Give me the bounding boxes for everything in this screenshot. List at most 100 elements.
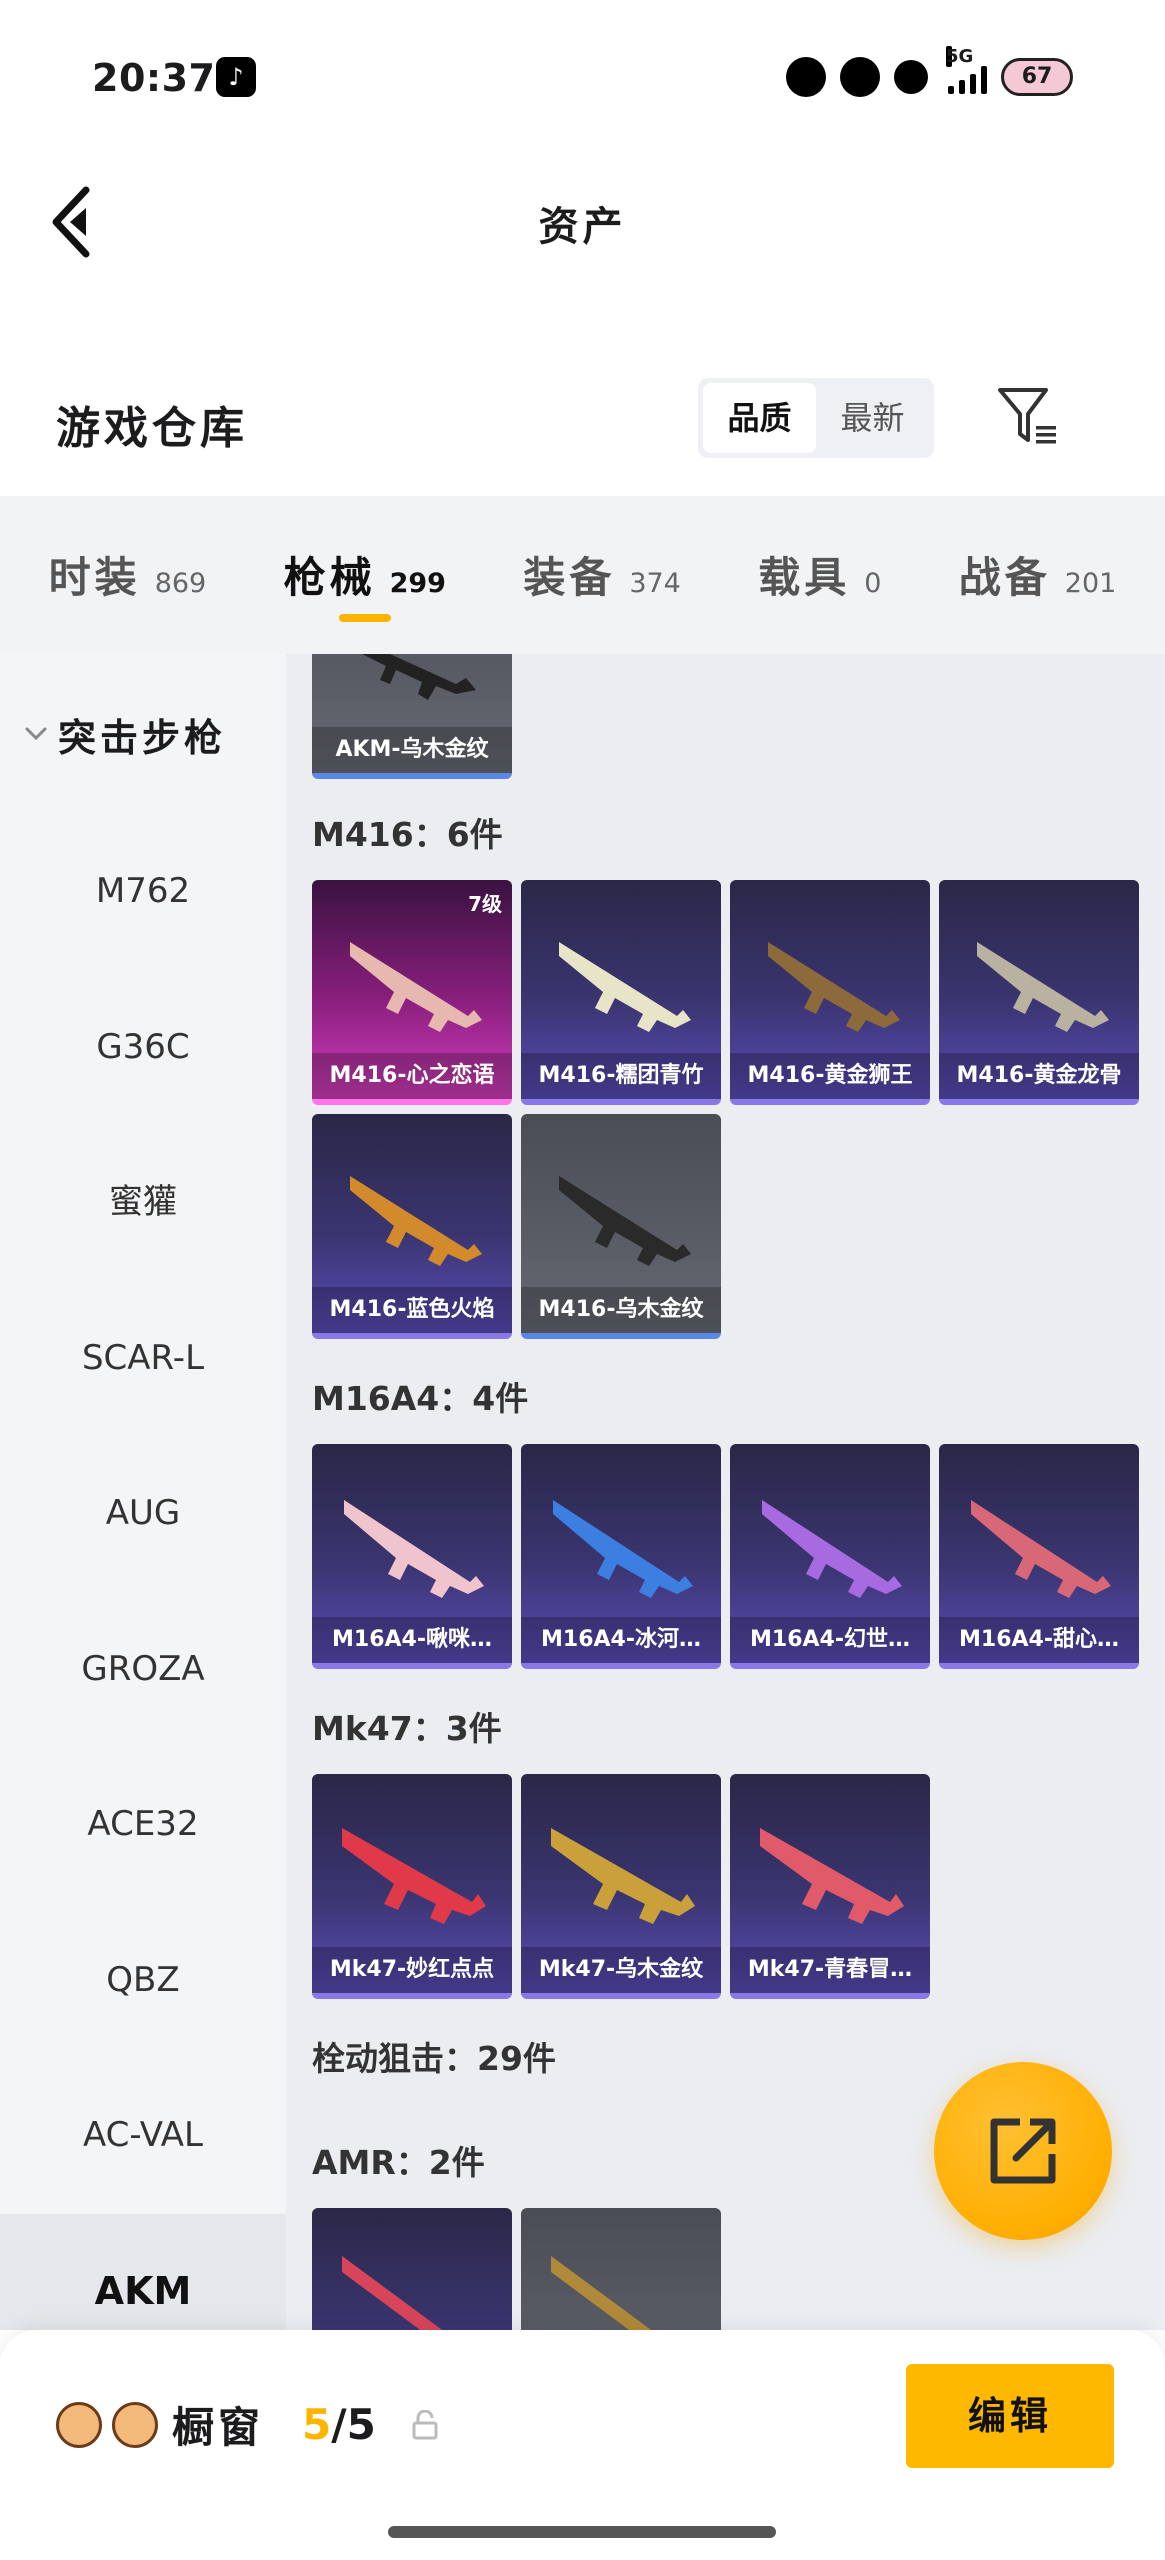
lock-icon[interactable]	[410, 2409, 440, 2440]
app-notification-icon	[786, 57, 826, 97]
rifle-icon	[344, 1500, 484, 1598]
group-label: 栓动狙击：29件	[312, 2039, 556, 2078]
sidebar-item-m762[interactable]: M762	[0, 814, 286, 970]
weapon-card-name: M416-黄金龙骨	[939, 1053, 1139, 1099]
tab-indicator	[338, 614, 391, 622]
rifle-icon	[551, 1828, 695, 1924]
chevron-down-icon	[25, 727, 47, 741]
rifle-icon	[760, 1828, 904, 1924]
filter-icon[interactable]	[996, 384, 1060, 448]
sidebar-item-qbz[interactable]: QBZ	[0, 1903, 286, 2059]
rifle-icon	[342, 2256, 443, 2330]
rifle-icon	[559, 1176, 691, 1266]
rifle-icon	[559, 942, 691, 1032]
weapon-card[interactable]: M16A4-啾咪…	[312, 1444, 512, 1669]
app-header: 资产	[0, 150, 1165, 290]
battery-icon: 67	[1001, 58, 1073, 96]
sidebar-item-honey-badger[interactable]: 蜜獾	[0, 1125, 286, 1281]
bear-avatar-icon	[56, 2401, 102, 2448]
weapon-card-name: Mk47-妙红点点	[312, 1947, 512, 1993]
weapon-card-name: Mk47-青春冒…	[730, 1947, 930, 1993]
sort-toggle: 品质 最新	[698, 378, 934, 458]
sort-quality-button[interactable]: 品质	[703, 383, 816, 453]
showcase-bar: 橱窗 5/5 编辑	[0, 2330, 1165, 2560]
sidebar-category-assault-rifle[interactable]: 突击步枪	[0, 654, 286, 814]
showcase-count-total: 5	[346, 2400, 376, 2449]
sidebar-item-ace32[interactable]: ACE32	[0, 1747, 286, 1903]
share-icon	[990, 2118, 1056, 2184]
weapon-card-name: M416-糯团青竹	[521, 1053, 721, 1099]
sidebar-item-akm[interactable]: AKM	[0, 2213, 286, 2330]
weapon-card-name: M416-心之恋语	[312, 1053, 512, 1099]
weapon-card[interactable]: Mk47-青春冒…	[730, 1774, 930, 1999]
status-icons: 5G 67	[786, 46, 1073, 102]
tab-label: 战备	[958, 553, 1051, 602]
tab-label: 时装	[48, 553, 141, 602]
sidebar-item-ac-val[interactable]: AC-VAL	[0, 2058, 286, 2214]
weapon-card[interactable]: M416-黄金龙骨	[939, 880, 1139, 1105]
share-button[interactable]	[934, 2062, 1112, 2240]
tab-supplies[interactable]: 战备 201	[959, 496, 1117, 654]
weapon-card-name: M16A4-冰河…	[521, 1617, 721, 1663]
weapon-card-name: Mk47-乌木金纹	[521, 1947, 721, 1993]
weapon-card-name: M16A4-啾咪…	[312, 1617, 512, 1663]
tab-count: 299	[389, 568, 446, 599]
sidebar-item-scar-l[interactable]: SCAR-L	[0, 1281, 286, 1437]
weapon-card[interactable]: AKM-乌木金纹	[312, 654, 512, 779]
tab-equipment[interactable]: 装备 374	[523, 496, 681, 654]
sidebar-item-g36c[interactable]: G36C	[0, 970, 286, 1126]
signal-icon: 5G	[942, 46, 987, 94]
weapon-card[interactable]: M416-黄金狮王	[730, 880, 930, 1105]
tiktok-icon: ♪	[216, 57, 256, 97]
weapon-card[interactable]: M16A4-幻世…	[730, 1444, 930, 1669]
weapon-card[interactable]: M16A4-甜心…	[939, 1444, 1139, 1669]
tab-label: 枪械	[283, 553, 376, 602]
weapon-card[interactable]: Mk47-乌木金纹	[521, 1774, 721, 1999]
showcase-count-current: 5	[302, 2400, 332, 2449]
tab-count: 869	[154, 568, 207, 599]
edit-button[interactable]: 编辑	[906, 2364, 1114, 2468]
status-time: 20:37	[92, 56, 216, 100]
sidebar-item-aug[interactable]: AUG	[0, 1436, 286, 1592]
tab-label: 载具	[758, 553, 851, 602]
weapon-card[interactable]: Mk47-妙红点点	[312, 1774, 512, 1999]
rifle-icon	[350, 1176, 482, 1266]
tab-vehicles[interactable]: 载具 0	[758, 496, 881, 654]
tab-count: 201	[1064, 568, 1117, 599]
group-label: Mk47：3件	[312, 1709, 502, 1748]
showcase-count-separator: /	[331, 2400, 347, 2449]
weapon-level-badge: 7级	[468, 892, 502, 916]
weapon-card-name: M416-乌木金纹	[521, 1287, 721, 1333]
weapon-card[interactable]: M16A4-冰河…	[521, 1444, 721, 1669]
group-label: M16A4：4件	[312, 1379, 529, 1418]
warehouse-header: 游戏仓库 品质 最新	[0, 370, 1165, 470]
network-type: 5G	[946, 46, 974, 67]
tab-label: 装备	[523, 553, 616, 602]
weapon-card-name: M416-蓝色火焰	[312, 1287, 512, 1333]
sidebar-item-groza[interactable]: GROZA	[0, 1592, 286, 1748]
sort-newest-button[interactable]: 最新	[816, 383, 929, 453]
bear-icon	[840, 57, 880, 97]
tab-outfits[interactable]: 时装 869	[49, 496, 207, 654]
weapon-card-name: M416-黄金狮王	[730, 1053, 930, 1099]
rifle-icon	[362, 654, 476, 700]
rifle-icon	[762, 1500, 902, 1598]
weapon-card[interactable]: M416-糯团青竹	[521, 880, 721, 1105]
page-title: 资产	[538, 204, 627, 250]
tab-count: 374	[629, 568, 681, 599]
weapon-card-name: AKM-乌木金纹	[312, 727, 512, 773]
home-indicator[interactable]	[388, 2526, 776, 2538]
weapon-card-name: M16A4-幻世…	[730, 1617, 930, 1663]
weapon-card[interactable]: 7级 M416-心之恋语	[312, 880, 512, 1105]
weapon-card[interactable]	[312, 2208, 512, 2330]
weapon-card[interactable]: M416-乌木金纹	[521, 1114, 721, 1339]
weapon-card[interactable]	[521, 2208, 721, 2330]
sidebar-category-label: 突击步枪	[58, 715, 227, 760]
rifle-icon	[971, 1500, 1111, 1598]
rifle-icon	[768, 942, 900, 1032]
weapon-card[interactable]: M416-蓝色火焰	[312, 1114, 512, 1339]
showcase-info: 橱窗 5/5	[56, 2394, 440, 2455]
paw-icon	[894, 60, 928, 94]
category-tabs: 时装 869 枪械 299 装备 374 载具 0 战备 201	[0, 496, 1165, 654]
tab-weapons[interactable]: 枪械 299	[284, 496, 446, 654]
